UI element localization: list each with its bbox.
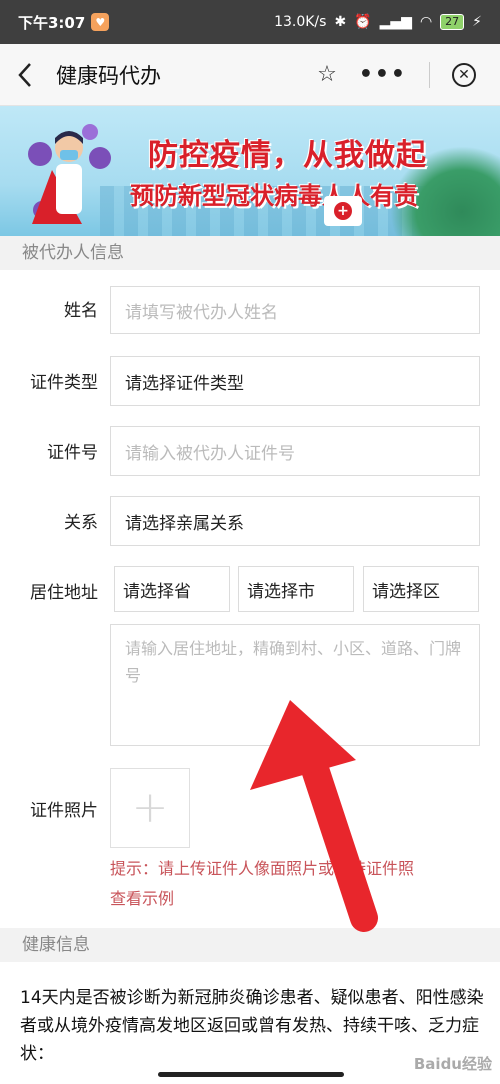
district-select[interactable]: 请选择区: [363, 566, 479, 612]
close-icon[interactable]: ✕: [452, 62, 476, 87]
more-options-icon[interactable]: •••: [359, 62, 407, 87]
page-title: 健康码代办: [56, 63, 161, 88]
network-speed: 13.0K/s: [274, 14, 327, 30]
banner: 防控疫情，从我做起 预防新型冠状病毒人人有责 +: [0, 106, 500, 236]
relation-select[interactable]: 请选择亲属关系: [110, 496, 480, 546]
divider: [429, 61, 430, 88]
banner-slogan-1: 防控疫情，从我做起: [148, 138, 427, 173]
id-type-select[interactable]: 请选择证件类型: [110, 356, 480, 406]
status-bar: 下午3:07 ♥ 13.0K/s ✱ ⏰ ▂▄▆ ◠ 27 ⚡: [0, 0, 500, 44]
photo-hint: 提示：请上传证件人像面照片或手持证件照: [110, 859, 415, 878]
photo-upload-button[interactable]: +: [110, 768, 190, 848]
agent-info-form: 姓名 请填写被代办人姓名 证件类型 请选择证件类型 证件号 请输入被代办人证件号…: [0, 270, 500, 928]
photo-label: 证件照片: [30, 801, 98, 821]
city-select[interactable]: 请选择市: [238, 566, 354, 612]
back-button[interactable]: [0, 44, 50, 106]
charging-icon: ⚡: [472, 14, 482, 30]
address-detail-textarea[interactable]: 请输入居住地址，精确到村、小区、道路、门牌号: [110, 624, 480, 746]
view-example-link[interactable]: 查看示例: [110, 884, 174, 914]
signal-icon: ▂▄▆: [379, 14, 412, 30]
battery-indicator: 27: [440, 14, 465, 30]
home-indicator[interactable]: [158, 1072, 344, 1077]
wifi-icon: ◠: [419, 14, 433, 30]
status-time: 下午3:07: [18, 13, 86, 32]
plus-icon: +: [131, 782, 169, 833]
favorite-star-icon[interactable]: ☆: [317, 62, 337, 87]
id-number-input[interactable]: 请输入被代办人证件号: [110, 426, 480, 476]
name-label: 姓名: [64, 301, 98, 321]
chevron-left-icon: [18, 62, 31, 87]
alarm-icon: ⏰: [354, 14, 372, 30]
section-header-agent-info: 被代办人信息: [0, 236, 500, 270]
bluetooth-icon: ✱: [334, 14, 347, 30]
name-input[interactable]: 请填写被代办人姓名: [110, 286, 480, 334]
nav-bar: 健康码代办 ☆ ••• ✕: [0, 44, 500, 106]
relation-label: 关系: [64, 513, 98, 533]
watermark-logo: Baidu经验: [413, 1055, 492, 1073]
id-type-label: 证件类型: [30, 373, 98, 393]
section-header-health-info: 健康信息: [0, 928, 500, 962]
banner-slogan-2: 预防新型冠状病毒人人有责: [130, 182, 418, 210]
province-select[interactable]: 请选择省: [114, 566, 230, 612]
address-label: 居住地址: [30, 583, 98, 603]
medkit-icon: +: [324, 196, 362, 226]
id-number-label: 证件号: [47, 443, 98, 463]
notification-icon: ♥: [91, 13, 110, 31]
doctor-illustration: [28, 124, 111, 224]
